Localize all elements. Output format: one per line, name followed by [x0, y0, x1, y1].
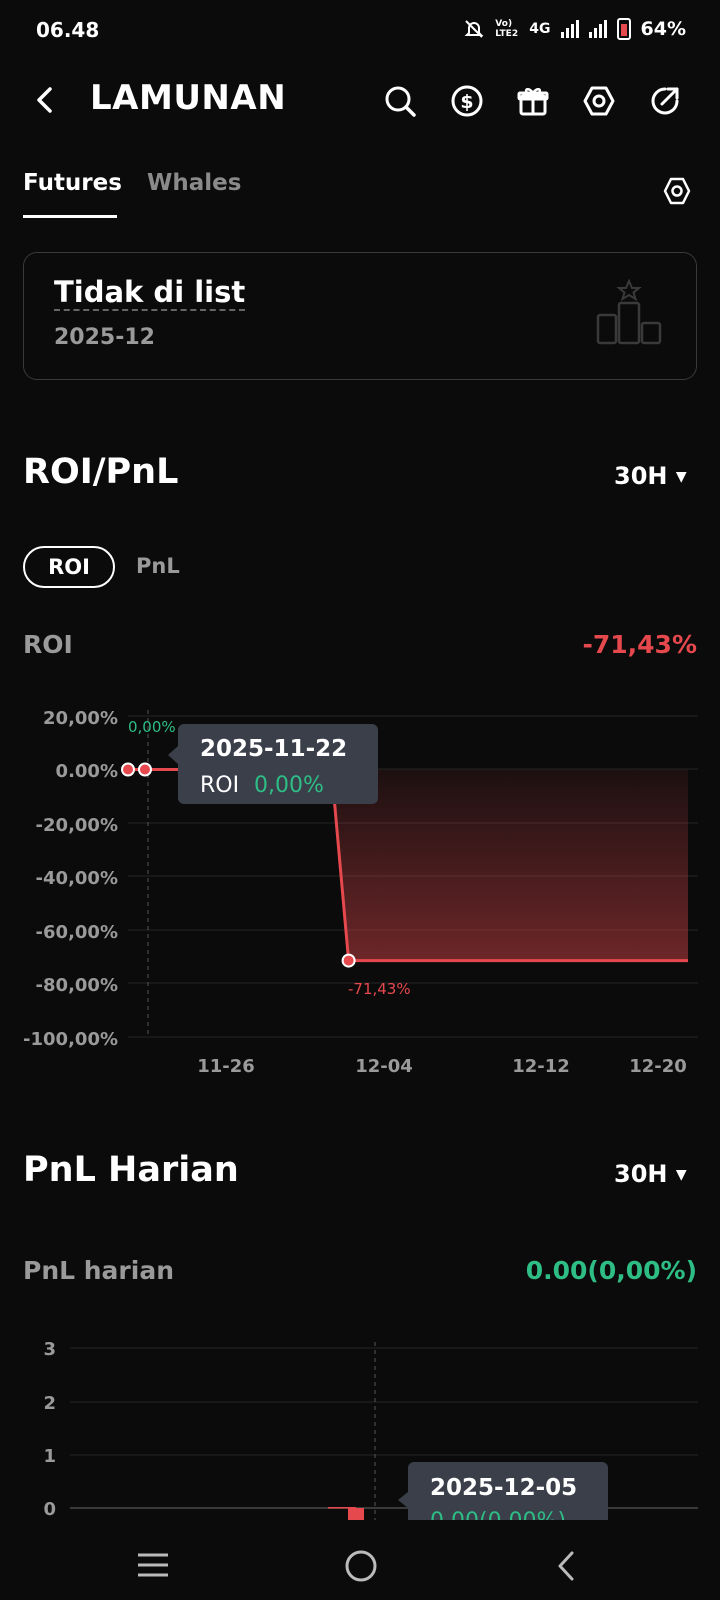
pnl-metric-value: 0.00(0,00%) — [525, 1256, 697, 1285]
pnl-y-axis: 3 2 1 0 — [43, 1339, 56, 1520]
roi-x-tick: 12-04 — [355, 1056, 413, 1077]
signal-icon-2 — [588, 20, 607, 38]
pnl-metric-label: PnL harian — [23, 1256, 174, 1285]
status-bar: 06.48 Vo) LTE2 4G 64% — [0, 0, 720, 60]
tab-whales[interactable]: Whales — [147, 170, 241, 196]
roi-data-point[interactable] — [137, 762, 152, 777]
caret-down-icon: ▼ — [675, 1167, 687, 1183]
pnl-y-tick: 1 — [43, 1446, 56, 1467]
roi-end-label: -71,43% — [348, 980, 411, 998]
tab-futures[interactable]: Futures — [23, 170, 122, 196]
battery-percent: 64% — [640, 18, 686, 40]
roi-y-tick: -60,00% — [36, 922, 118, 943]
roi-y-tick: -80,00% — [36, 975, 118, 996]
roi-y-tick: -20,00% — [36, 815, 118, 836]
roi-y-tick: -40,00% — [36, 868, 118, 889]
rank-card[interactable]: Tidak di list 2025-12 — [23, 252, 697, 380]
pnl-y-tick: 2 — [43, 1393, 56, 1414]
roi-y-axis: 20,00% 0.00% -20,00% -40,00% -60,00% -80… — [23, 708, 118, 1050]
back-arrow-icon[interactable] — [34, 86, 56, 114]
settings-icon[interactable] — [582, 84, 616, 118]
roi-tooltip-date: 2025-11-22 — [200, 736, 347, 762]
roi-x-tick: 12-12 — [512, 1056, 570, 1077]
roi-y-tick: 20,00% — [43, 708, 118, 729]
caret-down-icon: ▼ — [675, 469, 687, 485]
roi-tooltip-value: 0,00% — [254, 773, 324, 798]
svg-text:$: $ — [460, 91, 473, 113]
pnl-tooltip-date: 2025-12-05 — [430, 1475, 577, 1501]
roi-x-tick: 11-26 — [197, 1056, 255, 1077]
roi-x-tick: 12-20 — [629, 1056, 687, 1077]
roi-range-value: 30H — [614, 462, 668, 490]
tab-futures-indicator — [23, 215, 117, 218]
pnl-range-value: 30H — [614, 1160, 668, 1188]
pnl-range-dropdown[interactable]: 30H ▼ — [614, 1160, 687, 1188]
search-icon[interactable] — [383, 84, 417, 118]
rank-period: 2025-12 — [54, 325, 155, 350]
roi-data-point[interactable] — [341, 953, 356, 968]
roi-metric-label: ROI — [23, 630, 73, 659]
roi-data-point[interactable] — [121, 762, 135, 777]
roi-section-title: ROI/PnL — [23, 452, 179, 492]
page-title: LAMUNAN — [90, 78, 287, 118]
roi-metric-value: -71,43% — [582, 630, 697, 659]
roi-y-tick: -100,00% — [23, 1029, 118, 1050]
roi-range-dropdown[interactable]: 30H ▼ — [614, 462, 687, 490]
roi-tooltip: 2025-11-22 ROI 0,00% — [168, 724, 378, 804]
status-time: 06.48 — [36, 18, 100, 42]
dollar-icon[interactable]: $ — [450, 84, 484, 118]
volte-label: Vo) LTE2 — [495, 19, 519, 39]
back-nav-icon[interactable] — [556, 1550, 576, 1582]
pnl-tooltip-value: 0.00(0,00%) — [430, 1509, 566, 1520]
home-icon[interactable] — [344, 1549, 378, 1583]
pnl-y-tick: 3 — [43, 1339, 56, 1360]
roi-x-axis: 11-26 12-04 12-12 12-20 — [197, 1056, 687, 1077]
battery-icon — [616, 18, 631, 40]
leaderboard-icon — [596, 279, 662, 345]
toggle-roi[interactable]: ROI — [23, 546, 115, 588]
mute-icon — [464, 20, 484, 38]
pnl-section-title: PnL Harian — [23, 1150, 239, 1190]
share-icon[interactable] — [648, 84, 682, 118]
roi-chart[interactable]: 20,00% 0.00% -20,00% -40,00% -60,00% -80… — [0, 690, 720, 1090]
network-label: 4G — [529, 21, 551, 37]
toggle-pnl[interactable]: PnL — [136, 554, 180, 578]
roi-y-tick: 0.00% — [56, 761, 118, 782]
tab-settings-icon[interactable] — [662, 176, 692, 206]
pnl-bar — [348, 1508, 364, 1520]
rank-status: Tidak di list — [54, 275, 246, 311]
gift-icon[interactable] — [516, 84, 550, 118]
roi-tooltip-key: ROI — [200, 773, 239, 798]
pnl-tooltip: 2025-12-05 0.00(0,00%) — [398, 1462, 608, 1520]
system-nav-bar — [0, 1520, 720, 1600]
recent-apps-icon[interactable] — [136, 1552, 170, 1578]
status-icons: Vo) LTE2 4G 64% — [463, 18, 686, 40]
pnl-chart[interactable]: 3 2 1 0 2025-12-05 0.00(0,00%) — [0, 1320, 720, 1520]
pnl-y-tick: 0 — [43, 1499, 56, 1520]
signal-icon — [560, 20, 579, 38]
roi-start-label: 0,00% — [128, 718, 176, 736]
